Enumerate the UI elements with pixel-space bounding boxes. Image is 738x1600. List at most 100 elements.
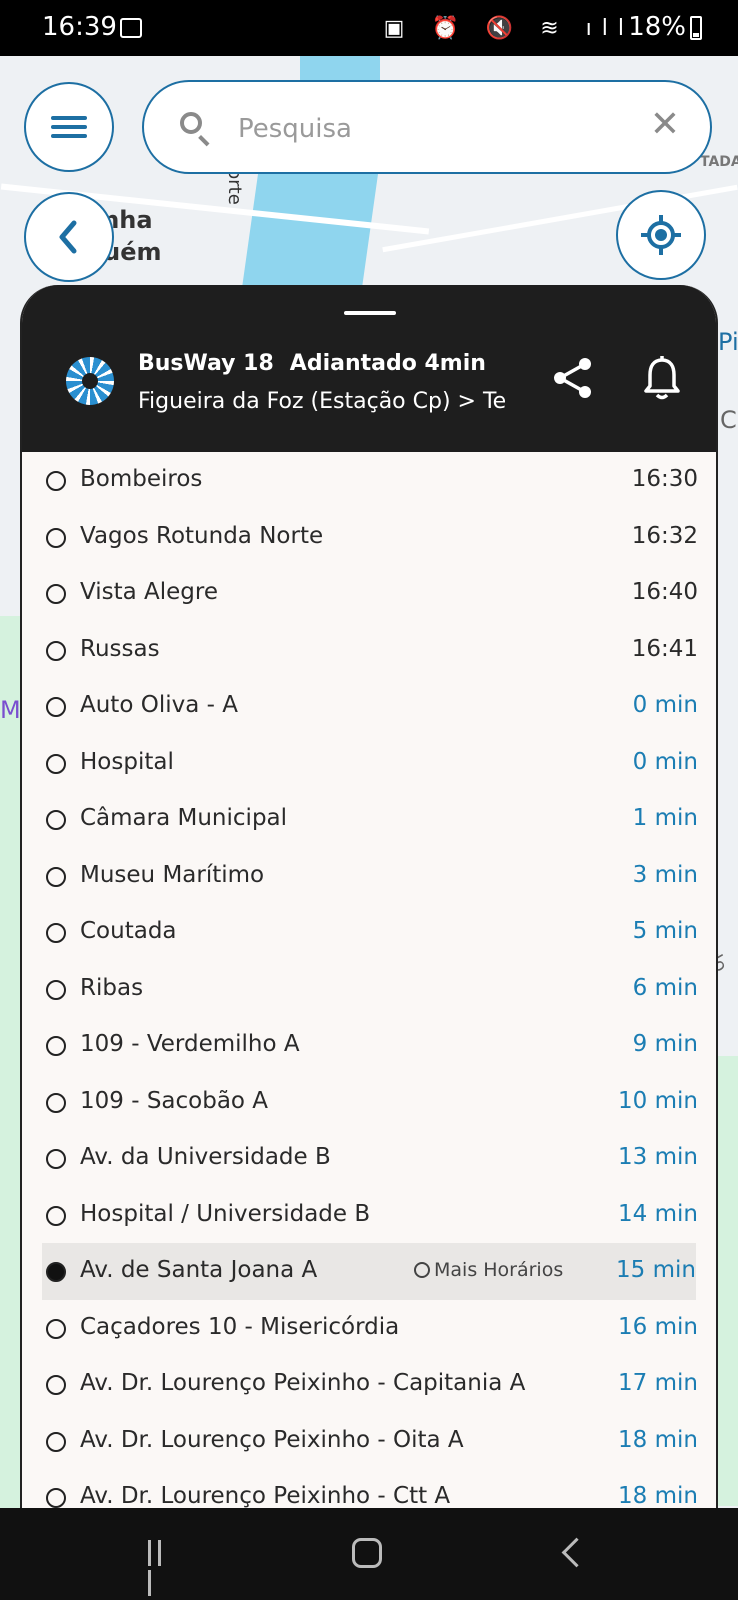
recents-icon[interactable] <box>148 1540 174 1596</box>
stop-name: Av. Dr. Lourenço Peixinho - Oita A <box>80 1426 464 1453</box>
stop-time: 16:40 <box>631 579 698 605</box>
stop-name: Caçadores 10 - Misericórdia <box>80 1313 400 1340</box>
stop-time: 16:32 <box>631 522 698 549</box>
hamburger-icon <box>51 111 87 143</box>
stop-row[interactable]: Caçadores 10 - Misericórdia 16 min <box>22 1300 716 1357</box>
stop-time: 15 min <box>616 1257 696 1283</box>
my-location-button[interactable] <box>616 190 706 280</box>
stop-name: Ribas <box>80 974 144 1001</box>
stop-time: 1 min <box>632 805 698 831</box>
stop-time: 0 min <box>632 692 698 718</box>
share-icon[interactable] <box>550 355 596 401</box>
stop-row[interactable]: Coutada 5 min <box>22 904 716 961</box>
stop-circle-icon <box>46 979 66 1000</box>
line-route: Figueira da Foz (Estação Cp) > Ter <box>138 389 508 414</box>
chevron-left-icon <box>59 220 77 254</box>
stop-circle-icon <box>46 753 66 774</box>
stop-row[interactable]: Russas 16:41 <box>22 622 716 679</box>
stop-circle-icon <box>46 1205 66 1226</box>
stop-name: Hospital <box>80 748 174 775</box>
stop-circle-icon <box>46 923 66 943</box>
map-water <box>240 166 380 296</box>
stop-name: Câmara Municipal <box>80 805 288 831</box>
stop-name: Av. Dr. Lourenço Peixinho - Ctt A <box>80 1483 451 1508</box>
status-icons: ▣ ⏰ 🔇 ≋ ıll <box>383 16 634 41</box>
stop-circle-icon <box>46 1318 66 1339</box>
drag-handle[interactable] <box>344 311 396 315</box>
map-park <box>0 616 22 1508</box>
stop-list: Bombeiros 16:30 Vagos Rotunda Norte 16:32 Vi… <box>22 452 716 1508</box>
search-bar[interactable]: ✕ <box>142 80 712 174</box>
stop-circle-icon <box>46 866 66 887</box>
stop-circle-icon <box>46 1036 66 1056</box>
gallery-icon <box>120 18 142 38</box>
stop-row[interactable]: Av. Dr. Lourenço Peixinho - Oita A 18 min <box>22 1413 716 1470</box>
close-icon[interactable]: ✕ <box>650 104 680 145</box>
battery-icon <box>690 16 702 40</box>
map-label: Cu <box>720 406 738 434</box>
stop-circle-icon <box>46 1149 66 1169</box>
stop-row[interactable]: 109 - Sacobão A 10 min <box>22 1074 716 1131</box>
stop-circle-icon <box>46 1488 66 1508</box>
status-bar: 16:39 ▣ ⏰ 🔇 ≋ ıll 18% <box>0 0 738 56</box>
back-icon[interactable] <box>561 1537 592 1568</box>
stop-row[interactable]: Vagos Rotunda Norte 16:32 <box>22 509 716 566</box>
stop-circle-icon <box>46 584 66 604</box>
map-label: Pi <box>718 328 738 356</box>
stop-name: 109 - Sacobão A <box>80 1087 269 1114</box>
stop-circle-icon <box>46 1431 66 1452</box>
status-time: 16:39 <box>42 12 117 42</box>
stop-row[interactable]: Hospital / Universidade B 14 min <box>22 1187 716 1244</box>
home-icon[interactable] <box>352 1538 382 1568</box>
map-label: TADA <box>700 154 738 170</box>
stop-time: 18 min <box>618 1483 698 1508</box>
stop-name: Vagos Rotunda Norte <box>80 522 324 549</box>
stop-row[interactable]: Câmara Municipal 1 min <box>22 791 716 848</box>
stop-time: 13 min <box>618 1144 698 1170</box>
search-icon <box>180 112 202 134</box>
stop-time: 9 min <box>632 1031 698 1057</box>
stop-row[interactable]: Av. da Universidade B 13 min <box>22 1130 716 1187</box>
map-park <box>718 1056 738 1506</box>
stop-row[interactable]: Bombeiros 16:30 <box>22 452 716 509</box>
selected-stop-icon <box>46 1262 66 1282</box>
stop-name: 109 - Verdemilho A <box>80 1031 300 1057</box>
stop-name: Vista Alegre <box>80 579 218 605</box>
sheet-header: BusWay 18 Adiantado 4min Figueira da Foz … <box>22 285 716 452</box>
bell-icon[interactable] <box>642 355 682 401</box>
map-label: M <box>0 696 21 724</box>
stop-time: 14 min <box>618 1200 698 1227</box>
stop-row[interactable]: Ribas 6 min <box>22 961 716 1018</box>
line-name: BusWay 18 <box>138 351 274 376</box>
stop-name: Museu Marítimo <box>80 861 265 888</box>
back-button[interactable] <box>24 192 114 282</box>
menu-button[interactable] <box>24 82 114 172</box>
stop-time: 17 min <box>618 1370 698 1396</box>
stop-circle-icon <box>46 1092 66 1113</box>
stop-circle-icon <box>46 640 66 661</box>
stop-row[interactable]: Auto Oliva - A 0 min <box>22 678 716 735</box>
stop-time: 16:41 <box>631 635 698 662</box>
stop-name: Coutada <box>80 918 177 944</box>
stop-time: 0 min <box>632 748 698 775</box>
system-nav-bar <box>0 1508 738 1600</box>
more-schedules-button[interactable]: Mais Horários <box>414 1259 563 1281</box>
stop-row[interactable]: Museu Marítimo 3 min <box>22 848 716 905</box>
stop-row[interactable]: Av. Dr. Lourenço Peixinho - Ctt A 18 min <box>22 1469 716 1508</box>
more-schedules-label: Mais Horários <box>434 1259 564 1281</box>
search-input[interactable] <box>236 106 620 152</box>
stop-circle-icon <box>46 527 66 548</box>
stop-time: 16:30 <box>631 466 698 492</box>
stop-row[interactable]: Vista Alegre 16:40 <box>22 565 716 622</box>
stop-time: 16 min <box>618 1313 698 1340</box>
stop-name: Av. da Universidade B <box>80 1144 331 1170</box>
line-title: BusWay 18 Adiantado 4min <box>138 351 486 376</box>
stop-time: 5 min <box>632 918 698 944</box>
stop-name: Bombeiros <box>80 466 203 492</box>
stop-row[interactable]: Av. Dr. Lourenço Peixinho - Capitania A 1… <box>22 1356 716 1413</box>
battery-percent: 18% <box>628 12 686 42</box>
stop-circle-icon <box>46 697 66 717</box>
stop-row[interactable]: 109 - Verdemilho A 9 min <box>22 1017 716 1074</box>
stop-row[interactable]: Av. de Santa Joana A Mais Horários 15 min <box>42 1243 696 1300</box>
stop-row[interactable]: Hospital 0 min <box>22 735 716 792</box>
